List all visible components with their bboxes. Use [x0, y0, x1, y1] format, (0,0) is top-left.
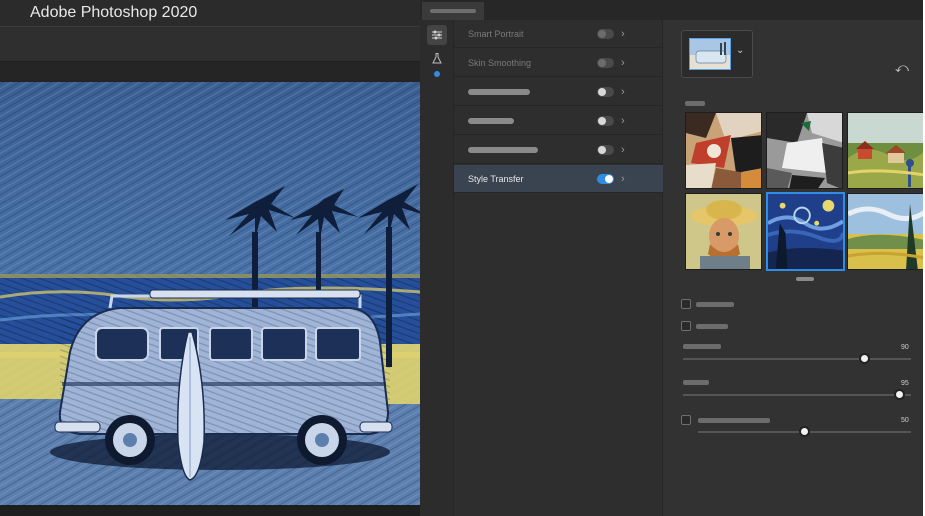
- filter-list: Smart Portrait › Skin Smoothing › › › › …: [454, 20, 663, 516]
- photoshop-window: Adobe Photoshop 2020: [0, 0, 420, 516]
- style-thumbnail-self-portrait[interactable]: [685, 193, 762, 270]
- panel-tab[interactable]: [422, 2, 484, 20]
- filter-label-placeholder: [468, 147, 538, 153]
- style-thumbnail-monochrome[interactable]: [766, 112, 843, 189]
- sliders-icon[interactable]: [427, 25, 447, 45]
- stylized-photo: [0, 82, 420, 505]
- slider-thumb[interactable]: [893, 389, 905, 400]
- filter-toggle[interactable]: [597, 116, 614, 126]
- slider-value: 50: [901, 417, 909, 424]
- style-thumbnail-village[interactable]: [847, 112, 924, 189]
- status-bar: [0, 505, 420, 516]
- village-landscape-painting: [848, 113, 923, 188]
- option-checkbox[interactable]: [681, 299, 691, 309]
- option-checkbox[interactable]: [681, 415, 691, 425]
- filter-item-style-transfer[interactable]: Style Transfer ›: [454, 165, 663, 193]
- document-canvas[interactable]: [0, 82, 420, 505]
- wheat-field-cypress-painting: [848, 194, 923, 269]
- options-bar: [0, 26, 420, 62]
- chevron-right-icon[interactable]: ›: [621, 20, 625, 48]
- abstract-cubist-painting: [686, 113, 761, 188]
- slider-track[interactable]: [683, 358, 911, 360]
- abstract-monochrome-painting: [767, 113, 842, 188]
- option-label-placeholder: [696, 302, 734, 307]
- thumbnail-scroll-indicator[interactable]: [796, 277, 814, 281]
- slider-label-placeholder: [683, 344, 721, 349]
- filter-toggle[interactable]: [597, 145, 614, 155]
- chevron-right-icon[interactable]: ›: [621, 49, 625, 77]
- filter-toggle[interactable]: [597, 29, 614, 39]
- chevron-right-icon[interactable]: ›: [621, 165, 625, 193]
- flask-icon-glyph: [432, 53, 442, 64]
- self-portrait-straw-hat: [686, 194, 761, 269]
- panel-tab-label: [430, 9, 476, 13]
- slider-label-placeholder: [683, 380, 709, 385]
- option-checkbox[interactable]: [681, 321, 691, 331]
- chevron-right-icon[interactable]: ›: [621, 107, 625, 135]
- filter-label-placeholder: [468, 89, 530, 95]
- slider-thumb[interactable]: [798, 426, 810, 437]
- filter-item[interactable]: ›: [454, 78, 663, 106]
- active-indicator-dot: [434, 71, 440, 77]
- option-label-placeholder: [696, 324, 728, 329]
- flask-icon[interactable]: [427, 48, 447, 68]
- style-thumbnail-cubist[interactable]: [685, 112, 762, 189]
- filter-item-smart-portrait[interactable]: Smart Portrait ›: [454, 20, 663, 48]
- style-thumbnail-starry-night[interactable]: [766, 192, 845, 271]
- filter-item[interactable]: ›: [454, 136, 663, 164]
- slider-value: 90: [901, 344, 909, 351]
- slider-value: 95: [901, 380, 909, 387]
- chevron-right-icon[interactable]: ›: [621, 78, 625, 106]
- filter-toggle[interactable]: [597, 58, 614, 68]
- filter-label: Smart Portrait: [468, 29, 524, 39]
- style-grid: [663, 20, 924, 300]
- neural-filters-panel: Smart Portrait › Skin Smoothing › › › › …: [420, 0, 924, 516]
- slider-thumb[interactable]: [859, 353, 871, 364]
- panel-sidebar: [420, 20, 454, 516]
- filter-item-skin-smoothing[interactable]: Skin Smoothing ›: [454, 49, 663, 77]
- document-tab-bar: [0, 62, 420, 82]
- slider-label-placeholder: [698, 418, 770, 423]
- slider-track[interactable]: [683, 394, 911, 396]
- filter-item[interactable]: ›: [454, 107, 663, 135]
- app-title: Adobe Photoshop 2020: [0, 0, 420, 26]
- filter-label: Style Transfer: [468, 174, 524, 184]
- filter-settings: ⌄ ⤺ 90 95 50: [663, 20, 924, 516]
- starry-night-painting: [768, 194, 843, 269]
- sliders-icon-glyph: [432, 30, 442, 40]
- filter-label: Skin Smoothing: [468, 58, 532, 68]
- chevron-right-icon[interactable]: ›: [621, 136, 625, 164]
- filter-toggle[interactable]: [597, 87, 614, 97]
- style-thumbnail-wheat-field[interactable]: [847, 193, 924, 270]
- panel-tab-bar: [420, 0, 923, 20]
- filter-toggle[interactable]: [597, 174, 614, 184]
- filter-label-placeholder: [468, 118, 514, 124]
